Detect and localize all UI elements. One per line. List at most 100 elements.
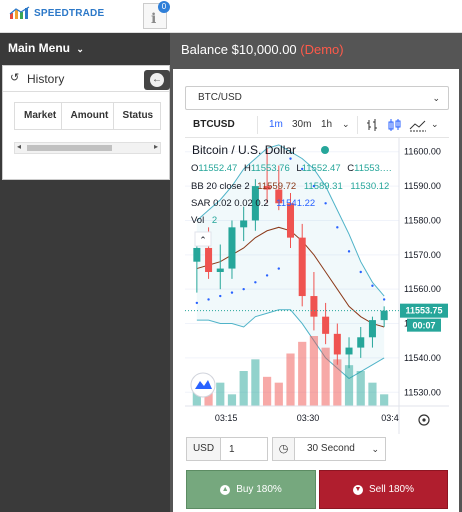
x-tick-label: 03:15: [215, 413, 238, 423]
expiry-group: ◷ 30 Second ⌄: [272, 437, 386, 461]
sar-dot: [265, 274, 269, 277]
column-header-status[interactable]: Status: [114, 103, 160, 129]
demo-badge: (Demo): [300, 42, 344, 57]
candle-body: [380, 310, 388, 321]
volume-bar: [251, 359, 260, 406]
balance-amount: Balance $10,000.00: [181, 42, 297, 57]
x-tick-label: 03:30: [297, 413, 320, 423]
brand-logo[interactable]: SPEEDTRADE: [9, 6, 104, 20]
buy-button-label: Buy 180%: [236, 484, 282, 495]
candle-body: [205, 247, 213, 272]
sar-dot: [277, 267, 280, 270]
history-table-header: Market Amount Status: [14, 102, 161, 130]
balance-display: Balance $10,000.00 (Demo): [181, 42, 344, 57]
volume-bar: [309, 336, 319, 406]
timeframe-more-icon[interactable]: ⌄: [342, 119, 350, 130]
timeframe-30m[interactable]: 30m: [292, 119, 311, 130]
sar-dot: [371, 284, 374, 287]
y-tick-label: 11570.00: [404, 250, 441, 260]
chart-settings-button[interactable]: [418, 414, 430, 426]
history-title: History: [27, 72, 65, 86]
sar-dot: [382, 298, 386, 301]
scrollbar-thumb[interactable]: [27, 145, 112, 151]
main-area: Balance $10,000.00 (Demo) BTC/USD ⌄ BTCU…: [170, 33, 462, 512]
volume-bar: [333, 359, 342, 406]
column-header-market[interactable]: Market: [15, 103, 62, 129]
notification-count-badge: 0: [158, 1, 170, 13]
bb-legend: BB 20 close 2 11559.72 11589.31 11530.12: [191, 181, 389, 192]
history-icon: ↺: [10, 72, 20, 84]
clock-icon: ◷: [273, 438, 295, 460]
volume-bar: [298, 341, 307, 406]
candle-body: [322, 316, 330, 334]
timeframe-1m[interactable]: 1m: [269, 119, 283, 130]
expiry-select-value: 30 Second: [307, 443, 355, 454]
chart-canvas[interactable]: 11600.00 11590.00 11580.00 11570.00 11560.00…: [185, 138, 449, 434]
volume-bar: [380, 394, 389, 406]
y-tick-label: 11540.00: [404, 353, 441, 363]
symbol-search[interactable]: BTCUSD: [193, 119, 235, 130]
candle-style-icon[interactable]: [387, 118, 401, 132]
amount-input[interactable]: [221, 438, 267, 460]
price-chart[interactable]: 11600.00 11590.00 11580.00 11570.00 11560.00…: [185, 138, 449, 434]
indicators-more-icon[interactable]: ⌄: [431, 119, 439, 130]
sar-dot: [207, 298, 210, 301]
volume-bar: [274, 382, 283, 406]
notifications-button[interactable]: i 0: [143, 1, 170, 29]
trade-card: BTC/USD ⌄ BTCUSD 1m 30m 1h ⌄ ⌄ 11600.00 …: [173, 69, 459, 512]
y-tick-label: 11560.00: [404, 284, 441, 294]
chevron-down-icon: ⌄: [76, 44, 84, 54]
candle-body: [310, 296, 318, 317]
chevron-up-icon: ⌃: [199, 236, 207, 246]
bar-style-icon[interactable]: [365, 118, 379, 132]
candle-body: [368, 320, 376, 338]
market-select-value: BTC/USD: [198, 92, 242, 103]
candle-body: [193, 247, 201, 262]
sar-dot: [242, 287, 245, 291]
buy-button[interactable]: ▲ Buy 180%: [186, 470, 316, 509]
info-icon: i: [151, 11, 157, 27]
history-collapse-button[interactable]: ←: [144, 70, 170, 90]
candle-body: [298, 237, 306, 297]
toolbar-divider: [357, 116, 358, 134]
sar-dot: [219, 294, 222, 298]
ohlc-legend: O11552.47 H11553.76 L11552.47 C11553.…: [191, 163, 392, 174]
last-price-label: 11553.75: [405, 306, 442, 316]
sar-dot: [324, 202, 327, 205]
scroll-right-icon[interactable]: ▸: [154, 142, 158, 151]
candle-body: [216, 268, 224, 272]
y-tick-label: 11600.00: [404, 147, 441, 157]
amount-group: USD: [186, 437, 268, 461]
expiry-select[interactable]: 30 Second ⌄: [295, 438, 385, 460]
timeframe-1h[interactable]: 1h: [321, 119, 332, 130]
chevron-down-icon: ⌄: [432, 93, 440, 103]
currency-label: USD: [187, 438, 221, 460]
history-scrollbar[interactable]: ◂ ▸: [14, 142, 161, 154]
logo-icon: [9, 6, 30, 19]
chart-title: Bitcoin / U.S. Dollar: [192, 143, 296, 157]
volume-bar: [344, 365, 354, 406]
volume-bar: [239, 371, 248, 406]
sar-dot: [359, 270, 362, 274]
volume-bar: [286, 353, 295, 406]
market-select[interactable]: BTC/USD ⌄: [185, 86, 449, 110]
sell-button[interactable]: ▼ Sell 180%: [319, 470, 448, 509]
sar-dot: [254, 281, 257, 284]
main-menu-toggle[interactable]: Main Menu ⌄: [8, 41, 84, 55]
top-bar: SPEEDTRADE i 0: [0, 0, 462, 33]
scroll-left-icon[interactable]: ◂: [17, 142, 21, 151]
volume-bar: [356, 371, 365, 406]
column-header-amount[interactable]: Amount: [62, 103, 114, 129]
main-menu-label: Main Menu: [8, 41, 70, 55]
countdown-label: 00:07: [412, 321, 435, 331]
sell-button-label: Sell 180%: [368, 484, 415, 495]
legend-collapse-button[interactable]: ⌃: [194, 231, 212, 247]
tradingview-logo[interactable]: [190, 372, 216, 398]
sar-legend: SAR 0.02 0.02 0.2 11541.22: [191, 198, 315, 209]
indicators-icon[interactable]: [409, 118, 427, 132]
arrow-down-icon: ▼: [352, 484, 363, 495]
arrow-left-icon: ←: [150, 73, 164, 87]
candle-body: [357, 337, 365, 348]
sar-dot: [336, 226, 339, 229]
history-header: ↺ History ←: [3, 66, 170, 92]
